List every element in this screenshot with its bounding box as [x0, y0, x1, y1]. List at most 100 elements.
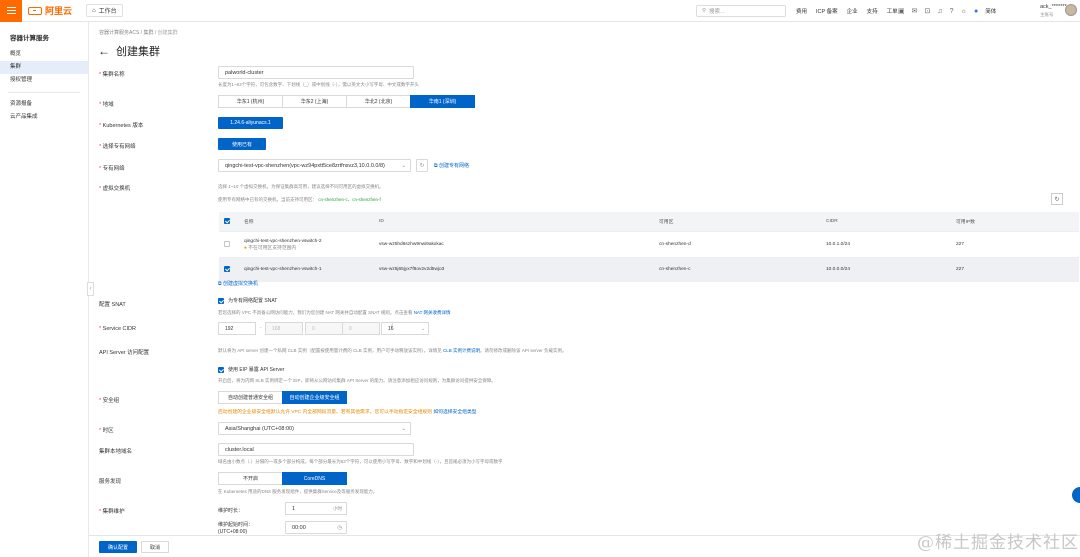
service-discovery-selector: 不开启 CoreDNS [218, 472, 347, 485]
nav-enterprise[interactable]: 企业 [847, 7, 858, 15]
timezone-select[interactable]: Asia/Shanghai (UTC+08:00) ⌄ [218, 422, 411, 435]
table-row[interactable]: qingchi-test-vpc-shenzhen-vswitch-2 ● 不在可… [219, 232, 1079, 258]
sg-normal-option[interactable]: 自动创建普通安全组 [218, 391, 283, 404]
vpc-choose-label: * 选择专有网络 [99, 144, 136, 150]
region-beijing[interactable]: 华北2 (北京) [346, 95, 411, 108]
vpc-refresh-button[interactable]: ↻ [416, 159, 428, 172]
col-ips: 可用IP数 [956, 220, 975, 225]
bell-icon[interactable]: ♫ [937, 8, 942, 15]
snat-checkbox[interactable]: 为专有网络配置 SNAT [218, 297, 277, 304]
search-input[interactable]: ⚲ 搜索... [696, 5, 786, 17]
vswitch-ips: 227 [956, 242, 965, 247]
assistant-icon[interactable]: ● [974, 8, 978, 15]
sd-off-option[interactable]: 不开启 [218, 472, 283, 485]
nav-support[interactable]: 支持 [867, 7, 878, 15]
sidebar-item-cloud-integration[interactable]: 云产品集成 [0, 111, 88, 124]
menu-icon[interactable] [0, 0, 22, 22]
vswitch-label: * 虚拟交换机 [99, 186, 131, 192]
col-id: ID [379, 219, 384, 224]
eip-checkbox[interactable]: 使用 EIP 暴露 API Server [218, 366, 284, 373]
sg-warning: 启动创建的企业级安全组默认允许 VPC 内全部网段流量。若有其他需求，您可以手动… [218, 410, 477, 415]
cluster-name-input[interactable]: palworld-cluster [218, 66, 414, 79]
zone-warning: ● 不在可用区支持范围内 [244, 245, 297, 251]
row-checkbox[interactable] [224, 240, 230, 247]
row-checkbox[interactable] [224, 265, 230, 272]
bulb-icon[interactable]: ☼ [961, 8, 967, 15]
nat-pricing-link[interactable]: NAT 网关收费详情 [414, 310, 451, 315]
vpc-select[interactable]: qingchi-test-vpc-shenzhen(vpc-wz94pxtt5c… [218, 159, 411, 172]
cluster-domain-input[interactable]: cluster.local [218, 443, 414, 456]
table-row[interactable]: qingchi-test-vpc-shenzhen-vswitch-1 vsw-… [219, 258, 1079, 282]
sidebar-divider [8, 92, 80, 93]
top-icons: ▣ ✉ ⊡ ♫ ? ☼ ● 简体 [898, 0, 996, 22]
service-cidr-label: * Service CIDR [99, 326, 136, 332]
region-shenzhen[interactable]: 华南1 (深圳) [410, 95, 475, 108]
avatar[interactable] [1065, 4, 1077, 16]
sidebar-item-authorization[interactable]: 授权管理 [0, 74, 88, 87]
vswitch-table: 名称 ID 可用区 CIDR 可用IP数 qingchi-test-vpc-sh… [219, 212, 1079, 282]
lang-switch[interactable]: 简体 [985, 7, 996, 15]
mail-icon[interactable]: ✉ [912, 7, 918, 15]
k8s-version-label: * Kubernetes 版本 [99, 123, 144, 129]
cidr-octet-1[interactable]: 192 [218, 322, 256, 335]
vpc-label: * 专有网络 [99, 166, 125, 172]
back-arrow-icon[interactable]: ← [98, 44, 110, 58]
snat-checkbox-label: 为专有网络配置 SNAT [228, 298, 278, 304]
snat-label: 配置 SNAT [99, 302, 126, 308]
terminal-icon[interactable]: ▣ [898, 7, 905, 15]
vpc-use-existing-option[interactable]: 使用已有 [218, 138, 266, 150]
sg-type-link[interactable]: 如何选择安全组类型 [433, 410, 476, 415]
vswitch-refresh-button[interactable]: ↻ [1051, 193, 1063, 205]
sidebar-title: 容器计算服务 [10, 35, 49, 42]
maint-duration-value: 1 [292, 505, 296, 512]
cart-icon[interactable]: ⊡ [925, 7, 931, 15]
nav-cost[interactable]: 费用 [796, 7, 807, 15]
maint-start-input[interactable]: 00:00 ◷ [285, 521, 347, 534]
k8s-version-option[interactable]: 1.24.6-aliyunacs.1 [218, 117, 283, 129]
workspace-button[interactable]: ⌂ 工作台 [86, 4, 123, 17]
cancel-button[interactable]: 取消 [141, 541, 169, 553]
sidebar-item-clusters[interactable]: 集群 [0, 61, 88, 74]
home-icon: ⌂ [92, 7, 96, 14]
account-name: ack_******* [1040, 4, 1067, 10]
main-content: 容器计算服务ACS / 集群 / 创建集群 ← 创建集群 * 集群名称 palwo… [89, 22, 1080, 557]
maint-duration-input[interactable]: 1 小时 [285, 502, 347, 515]
sidebar-item-overview[interactable]: 概览 [0, 48, 88, 61]
breadcrumb-acs[interactable]: 容器计算服务ACS [99, 30, 139, 36]
confirm-button[interactable]: 确认配置 [99, 541, 137, 553]
eip-checkbox-label: 使用 EIP 暴露 API Server [228, 367, 285, 373]
cidr-octet-3[interactable]: 0 [305, 322, 343, 335]
apiserver-hint: 默认将为 API server 创建一个私网 CLB 实例（配置按使用量计费的 … [218, 348, 567, 353]
workspace-label: 工作台 [98, 9, 117, 15]
help-icon[interactable]: ? [950, 8, 954, 15]
vswitch-name: qingchi-test-vpc-shenzhen-vswitch-1 [244, 267, 322, 272]
cidr-octet-4[interactable]: 0 [342, 322, 380, 335]
maint-start-label: 维护起始时间： (UTC+08:00) [218, 522, 254, 535]
breadcrumb: 容器计算服务ACS / 集群 / 创建集群 [99, 30, 178, 36]
cidr-octet-2[interactable]: 168 [265, 322, 303, 335]
vpc-select-value: qingchi-test-vpc-shenzhen(vpc-wz94pxtt5c… [225, 162, 385, 169]
aliyun-logo[interactable]: 阿里云 [28, 4, 72, 17]
create-vswitch-link[interactable]: ⧉ 创建虚拟交换机 [218, 280, 258, 287]
chevron-down-icon: ⌄ [401, 425, 406, 432]
timezone-label: * 时区 [99, 428, 114, 434]
clb-pricing-link[interactable]: CLB 实例计费说明 [443, 348, 480, 353]
account-info[interactable]: ack_******* 主账号 [1040, 4, 1067, 18]
vswitch-id: vsw-wz5j65jyx7f8ov2v2d5wjo3 [379, 267, 445, 272]
vswitch-ips: 227 [956, 267, 965, 272]
sg-enterprise-option[interactable]: 自动创建企业级安全组 [282, 391, 347, 404]
sidebar-item-resource-report[interactable]: 资源报备 [0, 98, 88, 111]
region-shanghai[interactable]: 华东2 (上海) [282, 95, 347, 108]
chevron-down-icon: ⌄ [401, 162, 406, 169]
watermark: @稀土掘金技术社区 [917, 533, 1079, 553]
region-hangzhou[interactable]: 华东1 (杭州) [218, 95, 283, 108]
breadcrumb-clusters[interactable]: 集群 [143, 30, 153, 36]
vswitch-id: vsw-wz5hd6szhw9nwi9akxkac [379, 242, 444, 247]
brand-name: 阿里云 [45, 6, 73, 16]
nav-icp[interactable]: ICP 备案 [816, 7, 838, 15]
nav-ticket[interactable]: 工单 [887, 7, 898, 15]
search-icon: ⚲ [702, 8, 707, 14]
sd-coredns-option[interactable]: CoreDNS [282, 472, 347, 485]
create-vpc-link[interactable]: ⧉ 创建专有网络 [434, 162, 469, 169]
select-all-checkbox[interactable] [224, 217, 230, 224]
